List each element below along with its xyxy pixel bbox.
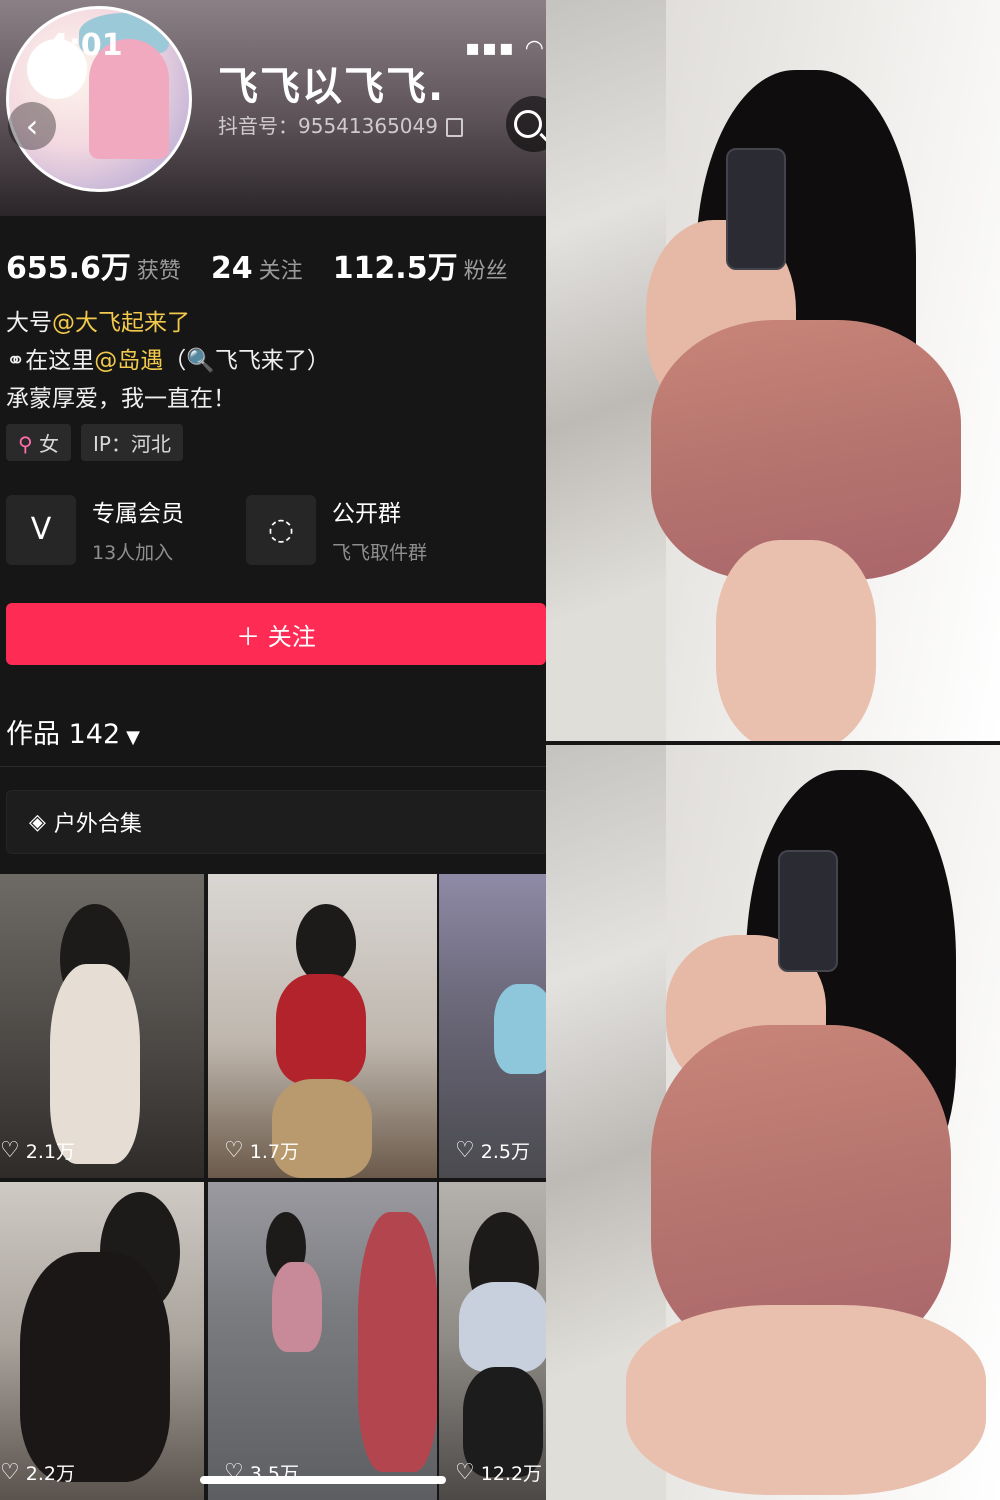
works-tab[interactable]: 作品 142 ▼: [6, 712, 140, 751]
video-likes-count: 2.2万: [25, 1463, 75, 1485]
heart-icon: ♡: [0, 1138, 20, 1163]
divider: [0, 766, 546, 767]
video-likes-count: 1.7万: [249, 1141, 299, 1163]
copy-icon[interactable]: [445, 118, 463, 137]
thumb-figure-hair: [296, 904, 356, 984]
member-title: 专属会员: [92, 501, 184, 527]
member-feature[interactable]: V 专属会员 13人加入: [6, 494, 184, 565]
video-likes: ♡ 2.1万: [0, 1137, 75, 1164]
video-thumb-1[interactable]: ♡ 2.1万: [0, 874, 204, 1178]
member-sub: 13人加入: [92, 542, 174, 564]
video-likes-count: 2.5万: [480, 1141, 530, 1163]
thumb-figure-dress: [50, 964, 140, 1164]
profile-tags: ⚲ 女 IP：河北: [6, 424, 183, 461]
group-feature[interactable]: ◌ 公开群 飞飞取件群: [246, 494, 427, 565]
video-likes: ♡ 1.7万: [224, 1137, 299, 1164]
profile-panel: 4:01 ▪▪▪ ◠ ‹ 飞飞以飞飞. 抖音号：95541365049 655.…: [0, 0, 546, 1500]
heart-icon: ♡: [0, 1460, 20, 1485]
stat-followers-label: 粉丝: [463, 259, 508, 284]
group-sub: 飞飞取件群: [332, 542, 428, 564]
binoculars-icon: ⚭: [6, 348, 26, 374]
photo-phone: [726, 148, 786, 270]
group-title: 公开群: [332, 501, 401, 527]
chevron-left-icon: ‹: [25, 107, 39, 145]
douyin-id-text: 抖音号：95541365049: [218, 114, 438, 138]
video-thumb-6[interactable]: ♡ 12.2万: [439, 1182, 546, 1500]
photo-phone: [778, 850, 838, 972]
heart-icon: ♡: [455, 1460, 475, 1485]
follow-button[interactable]: ＋ 关注: [6, 603, 546, 665]
bio-line-1-prefix: 大号: [6, 310, 52, 336]
video-thumb-4[interactable]: ♡ 2.2万: [0, 1182, 204, 1500]
search-button[interactable]: [506, 96, 546, 152]
thumb-figure-dress: [20, 1252, 170, 1482]
mention-link-daoyu[interactable]: @岛遇: [94, 348, 163, 374]
profile-stats: 655.6万 获赞 24 关注 112.5万 粉丝: [6, 243, 508, 287]
heart-icon: ♡: [455, 1138, 475, 1163]
signal-wifi-icon: ▪▪▪ ◠: [465, 36, 546, 61]
gender-tag: ⚲ 女: [6, 424, 72, 461]
bio-line-1: 大号@大飞起来了: [6, 304, 330, 342]
bio-line-3: 承蒙厚爱，我一直在！: [6, 386, 236, 412]
stat-following[interactable]: 24 关注: [211, 251, 303, 286]
profile-header: 4:01 ▪▪▪ ◠ ‹ 飞飞以飞飞. 抖音号：95541365049: [0, 0, 546, 216]
chat-group-icon: ◌: [246, 494, 316, 565]
video-likes: ♡ 2.2万: [0, 1459, 75, 1486]
stat-likes[interactable]: 655.6万 获赞: [6, 243, 181, 287]
photo-marble-panel: [546, 0, 666, 741]
stat-likes-num: 655.6万: [6, 251, 131, 286]
stat-following-label: 关注: [258, 259, 303, 284]
home-indicator: [200, 1476, 446, 1484]
back-button[interactable]: ‹: [8, 102, 56, 150]
works-label: 作品 142: [6, 719, 121, 750]
heart-icon: ♡: [224, 1138, 244, 1163]
stat-followers[interactable]: 112.5万 粉丝: [333, 243, 508, 287]
video-likes-count: 12.2万: [480, 1463, 543, 1485]
bio-line-2: ⚭在这里@岛遇（🔍飞飞来了）: [6, 342, 330, 380]
thumb-figure-dress: [272, 1262, 322, 1352]
bio-line-2-suffix: （🔍飞飞来了）: [163, 348, 330, 374]
gender-text: 女: [39, 432, 60, 456]
search-icon: [514, 110, 542, 138]
video-thumb-2[interactable]: ♡ 1.7万: [208, 874, 437, 1178]
video-thumb-3[interactable]: ♡ 2.5万: [439, 874, 546, 1178]
photo-kneeling: [546, 745, 1000, 1500]
collection-label: 户外合集: [53, 812, 142, 837]
status-time: 4:01: [48, 28, 123, 63]
video-grid: ♡ 2.1万 ♡ 1.7万 ♡ 2.5万 ♡ 2.2万 ♡ 3.5万 ♡ 12.2万: [0, 874, 546, 1500]
thumb-figure-top: [276, 974, 366, 1084]
video-likes: ♡ 2.5万: [455, 1137, 530, 1164]
mention-link-main[interactable]: @大飞起来了: [52, 310, 190, 336]
layers-icon: ◈: [29, 809, 46, 835]
thumb-track-stripe: [358, 1212, 437, 1472]
photo-standing: [546, 0, 1000, 741]
photo-legs: [626, 1305, 986, 1495]
stat-likes-label: 获赞: [136, 259, 181, 284]
douyin-id[interactable]: 抖音号：95541365049: [218, 110, 463, 139]
vip-icon: V: [6, 494, 76, 565]
thumb-figure-top: [494, 984, 546, 1074]
bio: 大号@大飞起来了 ⚭在这里@岛遇（🔍飞飞来了） 承蒙厚爱，我一直在！: [6, 304, 330, 418]
video-thumb-5[interactable]: ♡ 3.5万: [208, 1182, 437, 1500]
ip-tag: IP：河北: [81, 424, 183, 461]
caret-down-icon: ▼: [126, 727, 140, 748]
profile-name: 飞飞以飞飞.: [218, 64, 446, 110]
stat-following-num: 24: [210, 251, 253, 286]
photo-legs: [716, 540, 876, 741]
thumb-figure-top: [459, 1282, 546, 1372]
video-likes-count: 2.1万: [25, 1141, 75, 1163]
video-likes: ♡ 12.2万: [455, 1459, 542, 1486]
bio-line-2-prefix: 在这里: [25, 348, 95, 374]
female-icon: ⚲: [18, 432, 33, 456]
stat-followers-num: 112.5万: [332, 251, 458, 286]
collection-outdoor[interactable]: ◈ 户外合集: [6, 790, 546, 854]
